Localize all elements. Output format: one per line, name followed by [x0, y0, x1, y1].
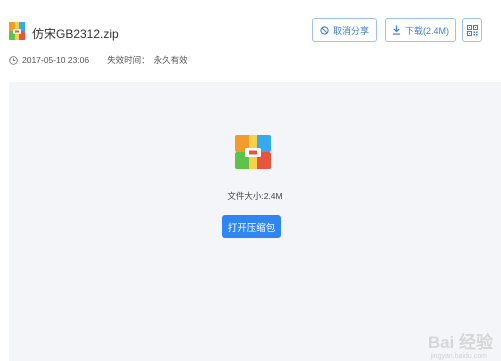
file-name: 仿宋GB2312.zip	[32, 27, 119, 41]
preview-panel: 文件大小:2.4M 打开压缩包	[9, 82, 501, 361]
qr-code-button[interactable]	[462, 18, 482, 42]
clock-icon	[9, 55, 18, 65]
download-icon	[392, 25, 401, 35]
zip-archive-icon	[9, 22, 25, 40]
zip-archive-large-icon	[235, 135, 271, 169]
expiry-value: 永久有效	[153, 55, 188, 65]
share-date: 2017-05-10 23:06	[22, 55, 90, 65]
file-header: 仿宋GB2312.zip 2017-05-10 23:06 失效时间： 永久有效…	[0, 0, 501, 80]
expiry-label: 失效时间：	[107, 55, 150, 65]
qr-code-icon	[466, 24, 478, 36]
file-size-text: 文件大小:2.4M	[227, 191, 283, 201]
cancel-share-button[interactable]: 取消分享	[312, 18, 377, 42]
download-button[interactable]: 下载(2.4M)	[385, 18, 456, 42]
file-meta: 2017-05-10 23:06 失效时间： 永久有效	[9, 54, 188, 66]
watermark-logo: Bai 经验	[427, 333, 493, 352]
open-archive-button[interactable]: 打开压缩包	[222, 215, 281, 238]
cancel-icon	[320, 25, 329, 35]
download-label: 下载(2.4M)	[404, 25, 449, 36]
cancel-share-label: 取消分享	[332, 25, 369, 36]
watermark-url: jingyan.baidu.com	[430, 353, 487, 360]
